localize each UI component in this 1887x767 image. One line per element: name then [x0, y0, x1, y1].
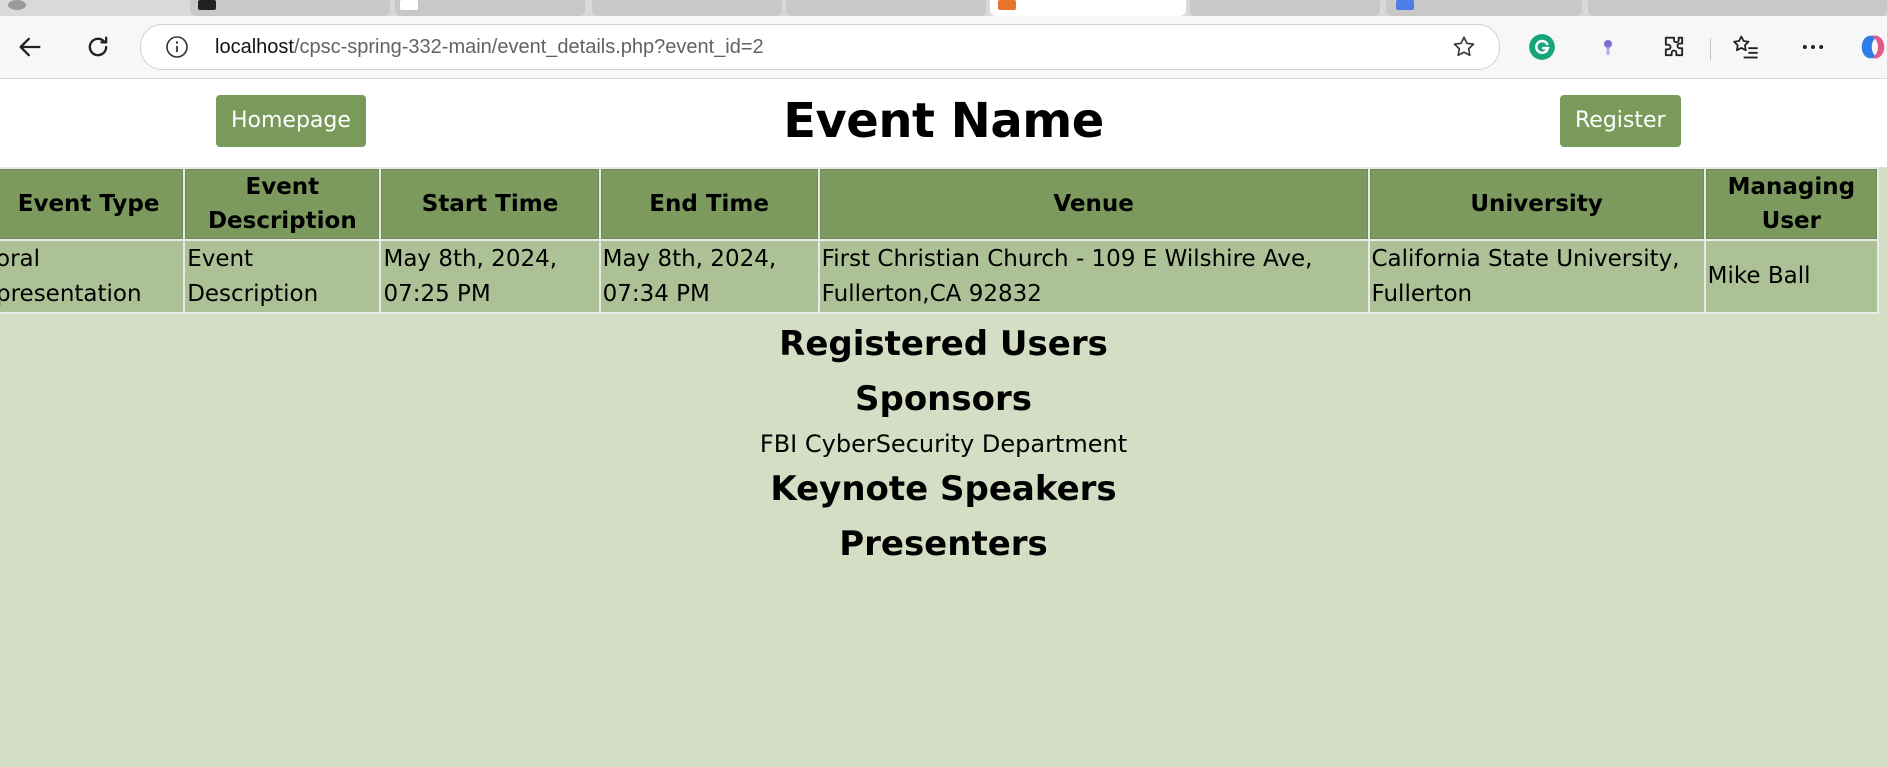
- back-arrow-icon: [19, 37, 41, 57]
- table-row: oral presentation Event Description May …: [0, 241, 1877, 312]
- url-text[interactable]: localhost/cpsc-spring-332-main/event_det…: [215, 36, 764, 59]
- browser-tab[interactable]: [592, 0, 782, 16]
- cell-venue: First Christian Church - 109 E Wilshire …: [819, 241, 1368, 312]
- grammarly-extension-icon[interactable]: [1526, 31, 1558, 63]
- browser-tab[interactable]: [786, 0, 986, 16]
- tab-favicon: [998, 0, 1016, 10]
- site-info-icon[interactable]: [165, 35, 189, 59]
- cell-start-time: May 8th, 2024, 07:25 PM: [381, 241, 599, 312]
- tab-favicon[interactable]: [8, 0, 26, 10]
- column-header-event-type: Event Type: [0, 169, 184, 239]
- column-header-university: University: [1369, 169, 1704, 239]
- favorites-icon[interactable]: [1730, 31, 1762, 63]
- browser-tab-strip: [0, 0, 1887, 16]
- address-bar[interactable]: localhost/cpsc-spring-332-main/event_det…: [140, 24, 1500, 70]
- sponsors-heading: Sponsors: [855, 379, 1032, 419]
- keynote-speakers-heading: Keynote Speakers: [770, 469, 1117, 509]
- column-header-end-time: End Time: [600, 169, 818, 239]
- browser-tab[interactable]: [1386, 0, 1582, 16]
- table-header-row: Event Type Event Description Start Time …: [0, 169, 1877, 239]
- tab-favicon: [198, 0, 216, 10]
- toolbar-divider: [1710, 38, 1711, 60]
- browser-tab[interactable]: [1588, 0, 1887, 16]
- column-header-event-description: Event Description: [185, 169, 380, 239]
- cell-end-time: May 8th, 2024, 07:34 PM: [600, 241, 818, 312]
- sponsor-item: FBI CyberSecurity Department: [759, 430, 1128, 458]
- registered-users-heading: Registered Users: [779, 324, 1108, 364]
- page-header: Homepage Event Name Register: [0, 79, 1887, 167]
- cell-university: California State University, Fullerton: [1369, 241, 1704, 312]
- cell-event-type: oral presentation: [0, 241, 184, 312]
- cell-managing-user: Mike Ball: [1705, 241, 1877, 312]
- copilot-icon[interactable]: [1857, 31, 1887, 63]
- cell-event-description: Event Description: [185, 241, 380, 312]
- extension-icon[interactable]: [1592, 31, 1624, 63]
- tab-favicon: [400, 0, 418, 10]
- presenters-heading: Presenters: [839, 524, 1048, 564]
- column-header-venue: Venue: [819, 169, 1368, 239]
- extensions-puzzle-icon[interactable]: [1658, 31, 1690, 63]
- more-menu-icon[interactable]: [1797, 31, 1829, 63]
- browser-tab-active[interactable]: [990, 0, 1186, 16]
- url-path: /cpsc-spring-332-main/event_details.php?…: [293, 36, 764, 58]
- register-button[interactable]: Register: [1560, 95, 1681, 147]
- reload-icon: [88, 36, 108, 57]
- back-button[interactable]: [14, 31, 46, 63]
- browser-toolbar: localhost/cpsc-spring-332-main/event_det…: [0, 16, 1887, 79]
- tab-favicon: [1396, 0, 1414, 10]
- browser-tab[interactable]: [190, 0, 390, 16]
- url-host: localhost: [215, 36, 294, 58]
- browser-tab[interactable]: [1190, 0, 1380, 16]
- column-header-managing-user: Managing User: [1705, 169, 1877, 239]
- event-details-table: Event Type Event Description Start Time …: [0, 167, 1879, 314]
- reload-button[interactable]: [82, 31, 114, 63]
- column-header-start-time: Start Time: [381, 169, 599, 239]
- favorite-star-icon[interactable]: [1451, 34, 1477, 60]
- browser-tab[interactable]: [395, 0, 585, 16]
